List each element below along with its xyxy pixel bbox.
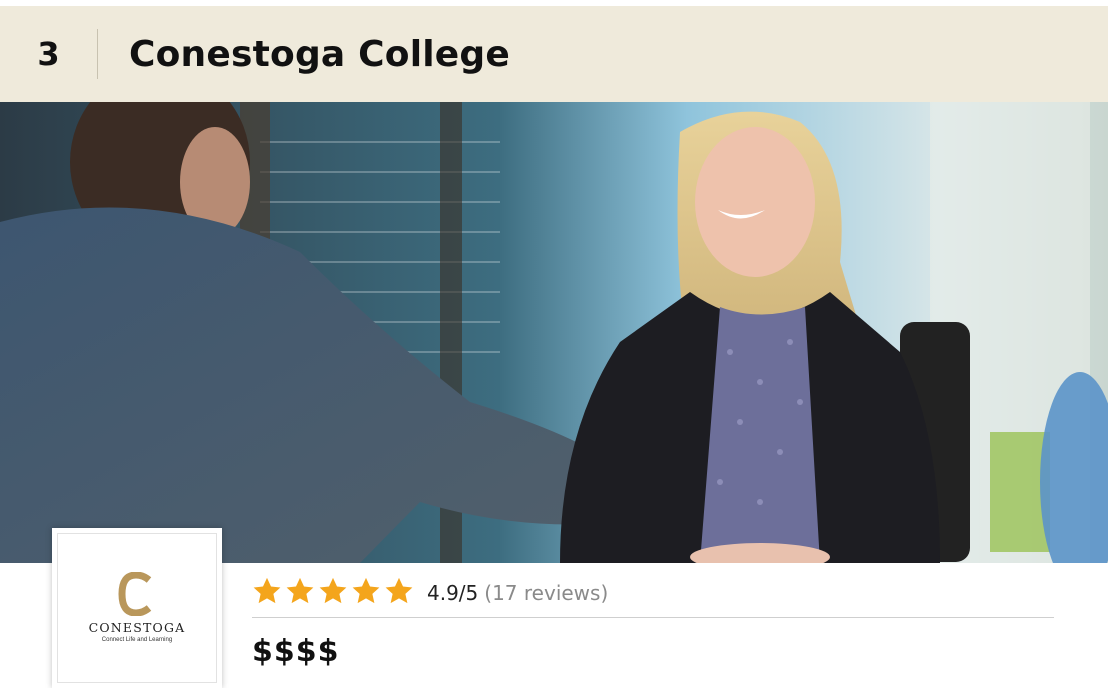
rating-score: 4.9/5 xyxy=(427,581,479,605)
star-icon xyxy=(385,577,413,604)
conestoga-c-logo-icon xyxy=(118,572,152,616)
hero-photo xyxy=(0,102,1108,563)
star-icon xyxy=(319,577,347,604)
college-logo-card[interactable]: CONESTOGA Connect Life and Learning xyxy=(52,528,222,688)
price-level: $$$$ xyxy=(252,634,340,669)
college-logo: CONESTOGA Connect Life and Learning xyxy=(57,533,217,683)
star-icon xyxy=(253,577,281,604)
star-icon xyxy=(352,577,380,604)
logo-tagline: Connect Life and Learning xyxy=(101,637,173,643)
rating-row: 4.9/5 (17 reviews) xyxy=(252,576,1054,618)
rank-number: 3 xyxy=(37,35,60,73)
review-count-link[interactable]: (17 reviews) xyxy=(484,576,608,610)
star-rating xyxy=(252,576,414,606)
listing-header: 3 Conestoga College xyxy=(0,6,1108,102)
hero-photo-illustration xyxy=(0,102,1108,563)
star-icon xyxy=(286,577,314,604)
listing-title[interactable]: Conestoga College xyxy=(129,34,510,75)
logo-wordmark: CONESTOGA xyxy=(88,620,186,635)
header-divider xyxy=(97,29,98,79)
